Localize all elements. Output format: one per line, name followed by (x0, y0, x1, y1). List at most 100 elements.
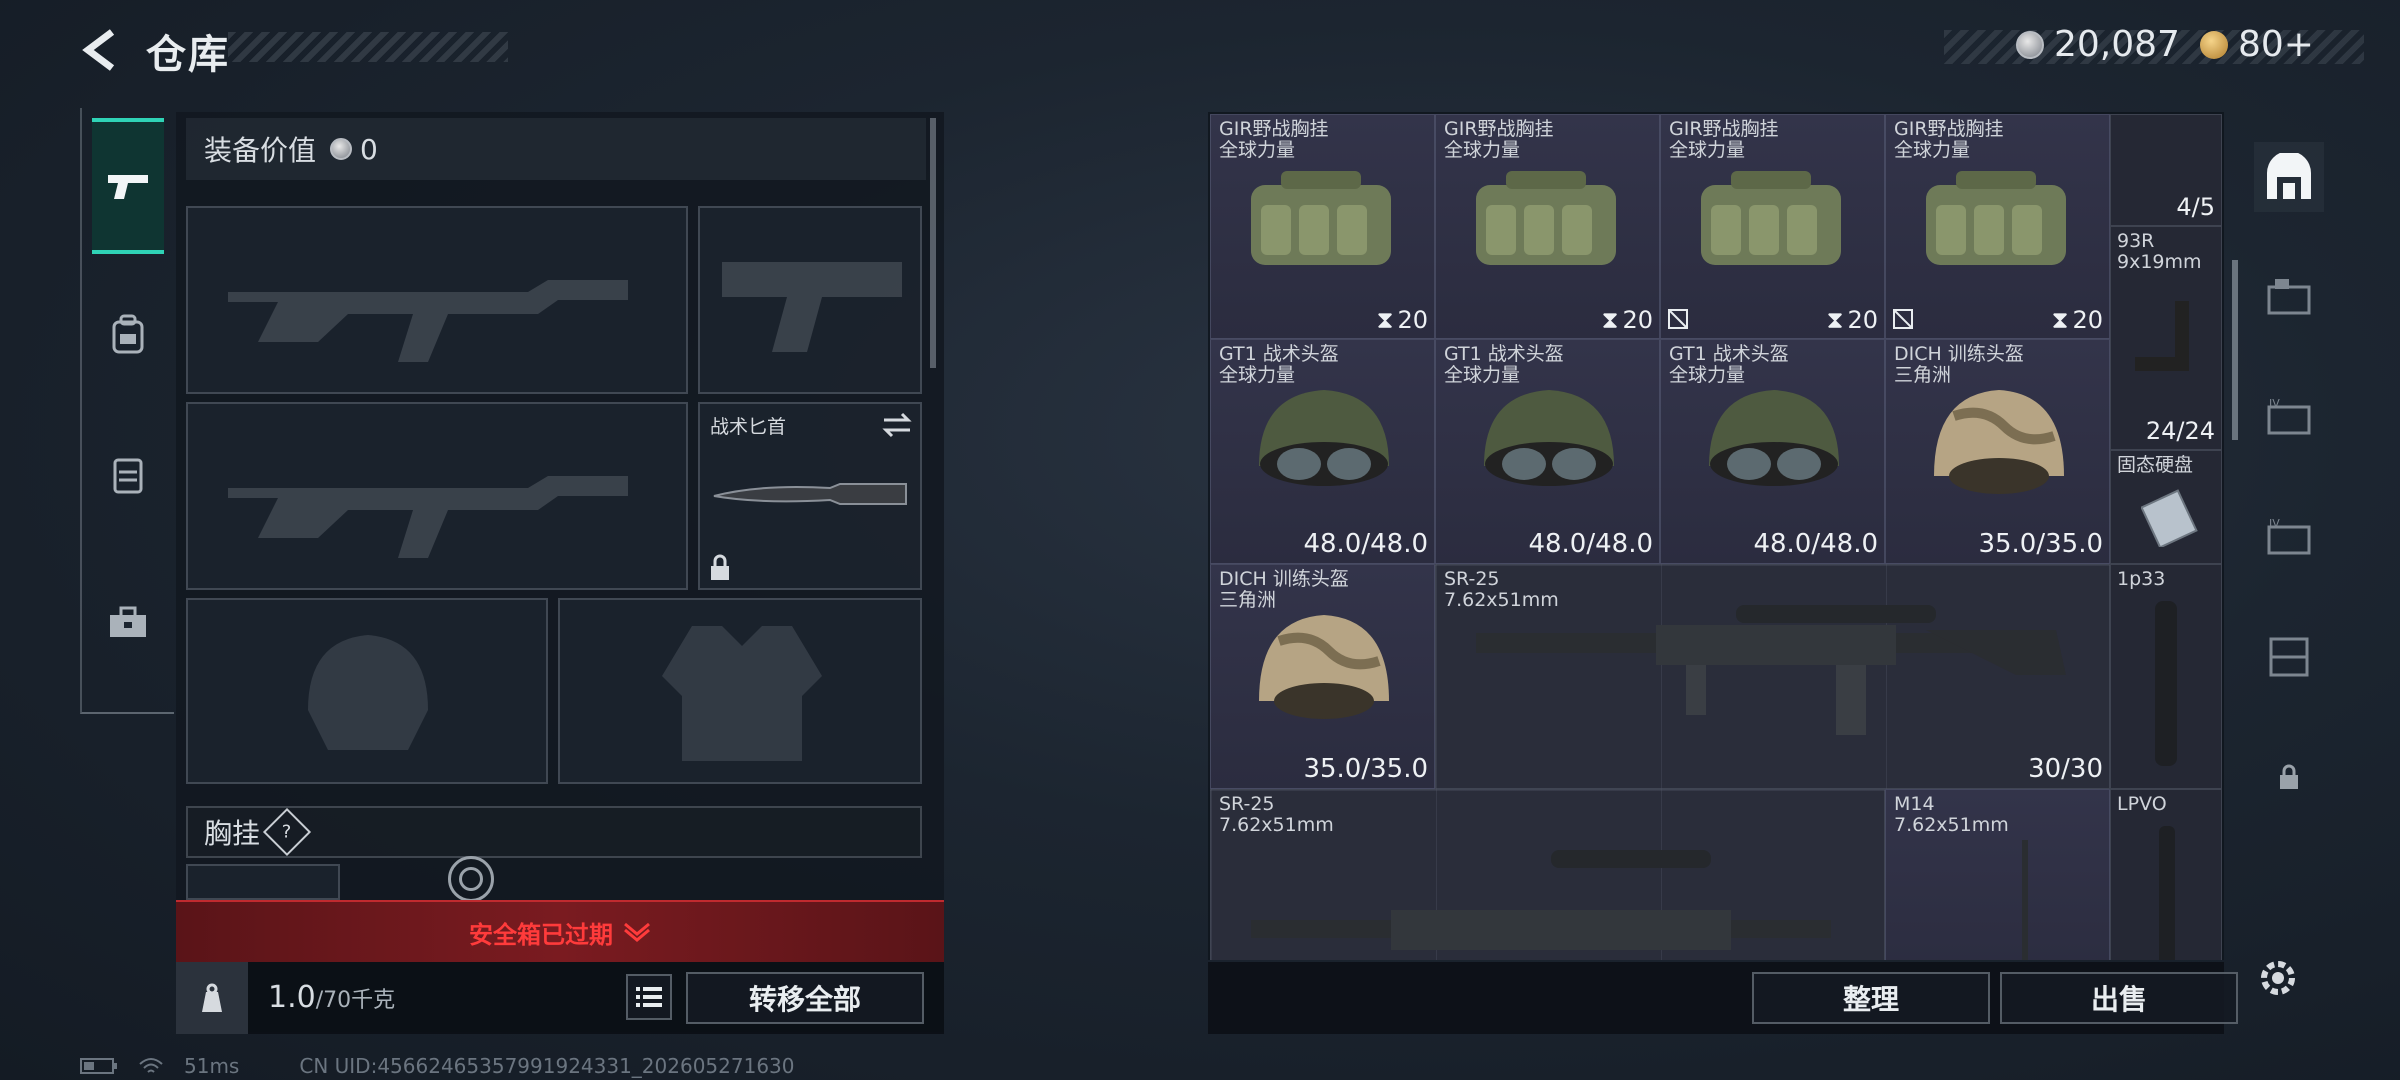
inventory-item[interactable]: 1p33 (2110, 564, 2222, 789)
chest-rig-icon (1926, 171, 2066, 265)
pistol-slot[interactable] (698, 206, 922, 394)
no-insure-icon (1668, 309, 1688, 329)
chest-rig-slot[interactable] (186, 864, 340, 900)
list-view-button[interactable] (626, 974, 672, 1020)
helmet-icon (1709, 390, 1839, 486)
tab-locked[interactable] (2254, 742, 2324, 812)
status-bar: 51ms CN UID:4566246535799192433‌1_202605… (80, 1054, 795, 1078)
helmet-icon (1484, 390, 1614, 486)
swap-icon[interactable] (882, 412, 912, 438)
lock-icon (2280, 764, 2298, 789)
lock-icon (711, 554, 729, 580)
tab-storage-2[interactable] (2254, 262, 2324, 332)
helmet-icon (1259, 390, 1389, 486)
secure-case-expired-banner[interactable]: 安全箱已过期 (176, 900, 944, 962)
inventory-item[interactable]: SR-25 7.62x51mm 30/30 (1435, 564, 2110, 789)
chevron-down-icon (624, 922, 650, 942)
coin-icon (2016, 30, 2044, 59)
tab-toolbox[interactable] (92, 586, 164, 658)
helmet-slot[interactable] (186, 598, 548, 784)
inventory-item[interactable]: GIR野战胸挂 全球力量 ⧗ 20 (1660, 114, 1885, 339)
primary-weapon-slot[interactable] (186, 206, 688, 394)
wifi-icon (139, 1058, 163, 1073)
coin-balance: 20,087 (2016, 24, 2180, 65)
sell-button[interactable]: 出售 (2000, 972, 2238, 1024)
category-sidebar (80, 108, 174, 714)
inventory-item[interactable]: DICH 训练头盔 三角洲 35.0/35.0 (1885, 339, 2110, 564)
page-title: 仓库 (146, 32, 230, 78)
rifle-silhouette-icon (228, 280, 628, 362)
coin-icon (330, 138, 353, 160)
storage-box-icon (2267, 279, 2311, 315)
inventory-actions: 整理 出售 (1208, 962, 2238, 1034)
tab-warehouse[interactable] (2254, 142, 2324, 212)
inventory-item[interactable]: M14 7.62x51mm (1885, 789, 2110, 960)
tri-coin-icon (2200, 30, 2228, 59)
armor-slot[interactable] (558, 598, 922, 784)
inventory-item[interactable]: DICH 训练头盔 三角洲 35.0/35.0 (1210, 564, 1435, 789)
weight-readout: 1.0/70千克 (268, 980, 396, 1015)
inventory-item[interactable]: GT1 战术头盔 全球力量 48.0/48.0 (1660, 339, 1885, 564)
secondary-weapon-slot[interactable] (186, 402, 688, 590)
knife-slot[interactable]: 战术匕首 (698, 402, 922, 590)
inventory-item[interactable]: SR-25 7.62x51mm (1210, 789, 1885, 960)
vest-icon (113, 458, 143, 494)
pistol-icon (2135, 301, 2189, 371)
inventory-item[interactable]: GIR野战胸挂 全球力量 ⧗ 20 (1435, 114, 1660, 339)
inventory-item[interactable]: 93R 9x19mm 24/24 (2110, 226, 2222, 450)
toolbox-icon (110, 606, 146, 637)
helmet-icon (1934, 390, 2064, 494)
svg-text:IV: IV (2269, 517, 2280, 530)
tab-storage-3[interactable]: IV (2254, 382, 2324, 452)
tab-weapons[interactable] (92, 118, 164, 254)
inventory-item[interactable]: LPVO (2110, 789, 2222, 960)
storage-box-icon: IV (2267, 397, 2311, 435)
svg-text:IV: IV (2269, 397, 2280, 410)
pistol-icon (108, 175, 148, 199)
inventory-item[interactable]: GT1 战术头盔 全球力量 48.0/48.0 (1210, 339, 1435, 564)
capacity-icon: ⧗ (1826, 306, 1844, 334)
inventory-item[interactable]: GT1 战术头盔 全球力量 48.0/48.0 (1435, 339, 1660, 564)
sort-button[interactable]: 整理 (1752, 972, 1990, 1024)
tab-backpack[interactable] (92, 298, 164, 370)
loadout-scrollbar[interactable] (930, 118, 936, 368)
capacity-icon: ⧗ (1601, 306, 1619, 334)
capacity-icon: ⧗ (2051, 306, 2069, 334)
lpvo-scope-icon (2159, 826, 2175, 960)
inventory-item[interactable]: 固态硬盘 (2110, 450, 2222, 564)
inventory-item[interactable]: 4/5 (2110, 114, 2222, 226)
back-arrow-icon[interactable] (76, 26, 124, 74)
inventory-scrollbar[interactable] (2232, 260, 2238, 440)
tab-storage-5[interactable] (2254, 622, 2324, 692)
help-icon[interactable]: ? (262, 807, 312, 857)
pistol-silhouette-icon (722, 262, 902, 352)
armor-silhouette-icon (662, 626, 822, 761)
capacity-icon: ⧗ (1376, 306, 1394, 334)
storage-sidebar: IV IV (2244, 112, 2334, 812)
tab-vest[interactable] (92, 438, 164, 510)
transfer-all-button[interactable]: 转移全部 (686, 972, 924, 1024)
sr25-rifle-icon (1251, 850, 1831, 950)
storage-box-icon: IV (2267, 517, 2311, 555)
battery-icon (80, 1058, 117, 1074)
inventory-item[interactable]: GIR野战胸挂 全球力量 ⧗ 20 (1885, 114, 2110, 339)
equip-value-row: 装备价值 0 (186, 118, 926, 180)
list-icon (636, 987, 662, 1007)
sr25-rifle-icon (1476, 605, 2066, 735)
rifle-silhouette-icon (228, 476, 628, 558)
settings-gear-icon[interactable] (2256, 956, 2300, 1000)
ssd-icon (2141, 489, 2198, 547)
tab-storage-4[interactable]: IV (2254, 502, 2324, 572)
chest-rig-icon (1251, 171, 1391, 265)
weight-bar: 1.0/70千克 转移全部 (176, 962, 944, 1034)
chest-rig-header: 胸挂 ? (186, 806, 922, 858)
m14-rifle-icon (2022, 840, 2028, 960)
title-stripe (228, 32, 508, 62)
scope-icon (2155, 601, 2177, 766)
inventory-item[interactable]: GIR野战胸挂 全球力量 ⧗ 20 (1210, 114, 1435, 339)
weight-icon-box (176, 962, 248, 1034)
tri-coin-balance[interactable]: 80+ (2200, 24, 2314, 65)
drag-handle[interactable] (448, 856, 494, 902)
cabinet-icon (2269, 637, 2309, 677)
chest-rig-icon (1701, 171, 1841, 265)
